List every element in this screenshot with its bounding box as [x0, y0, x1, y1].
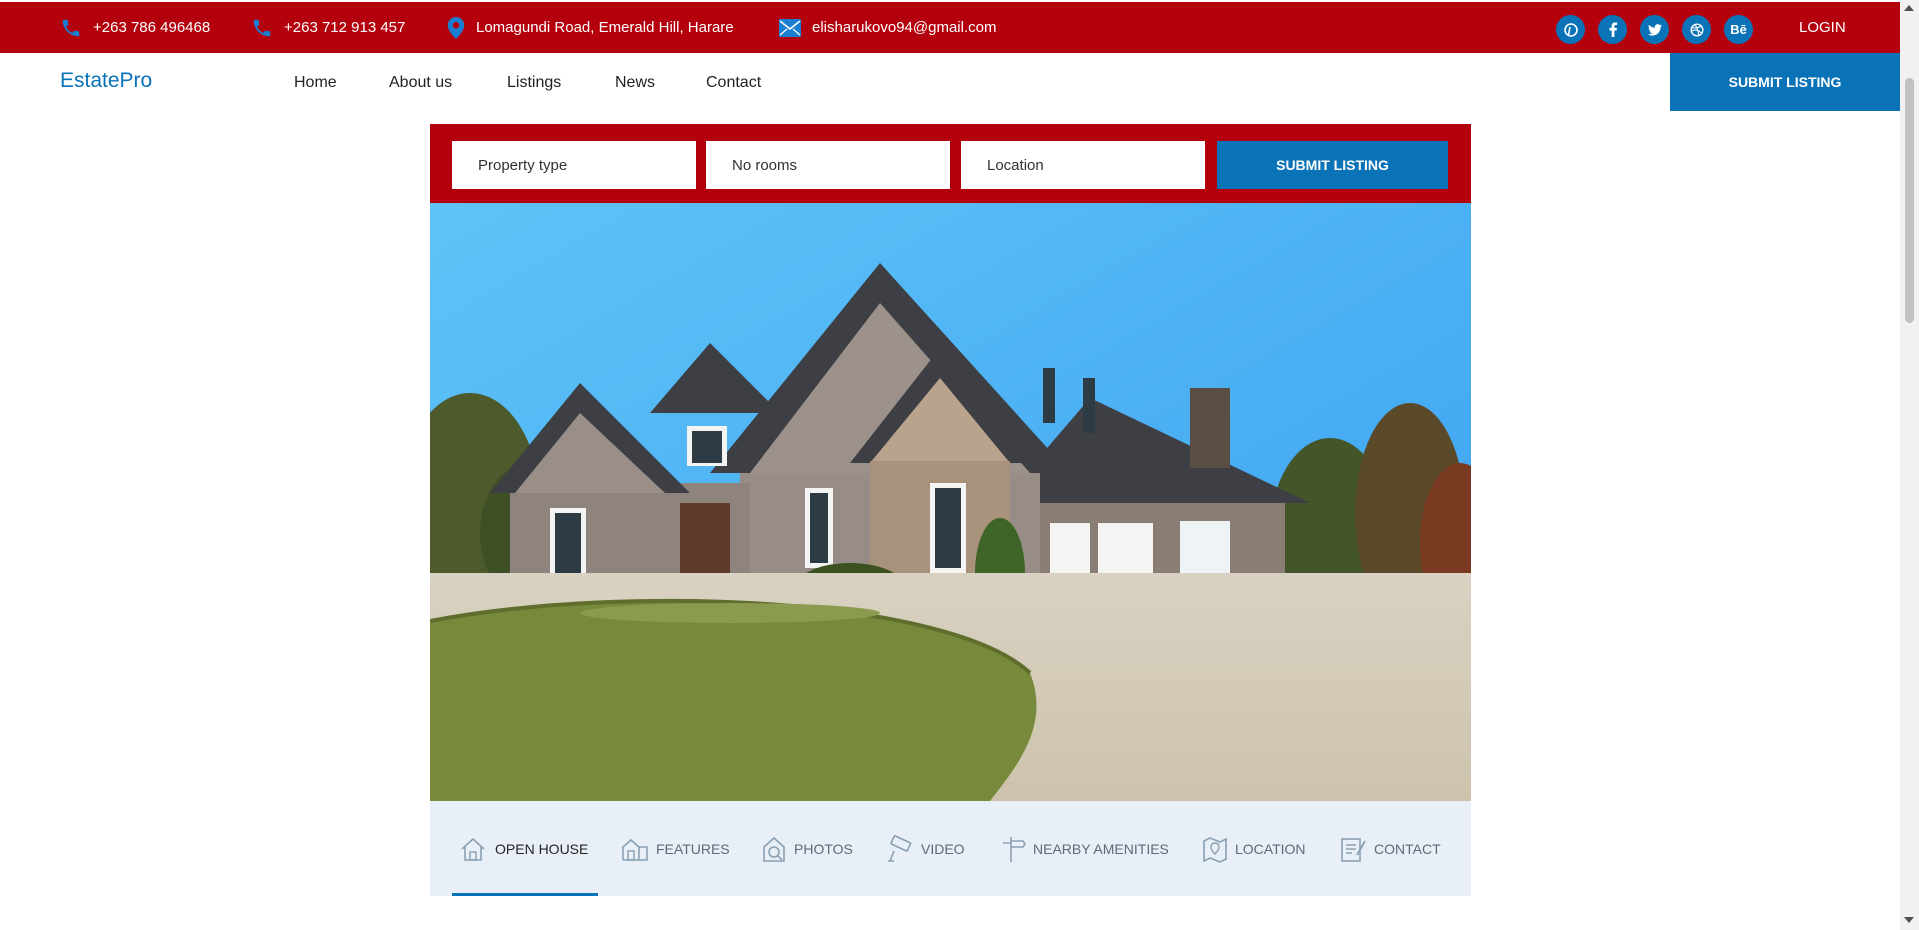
envelope-icon [779, 18, 801, 37]
property-hero-image [430, 203, 1471, 801]
address-text: Lomagundi Road, Emerald Hill, Harare [476, 19, 734, 36]
rooms-select[interactable]: No rooms [706, 141, 950, 189]
pinterest-icon[interactable] [1556, 15, 1585, 44]
property-type-label: Property type [478, 156, 568, 174]
tab-contact[interactable]: CONTACT [1339, 801, 1441, 896]
page-scrollbar[interactable] [1900, 0, 1919, 930]
submit-listing-button[interactable]: SUBMIT LISTING [1670, 53, 1900, 111]
dribbble-icon[interactable] [1682, 15, 1711, 44]
property-tabs: OPEN HOUSE FEATURES PHOTOS VIDEO NEARBY … [430, 801, 1471, 896]
search-submit-label: SUBMIT LISTING [1276, 157, 1389, 173]
phone-number-2: +263 712 913 457 [284, 19, 406, 36]
active-tab-indicator [452, 893, 598, 896]
phone-contact-1[interactable]: +263 786 496468 [60, 2, 210, 53]
nav-about-us[interactable]: About us [389, 74, 452, 92]
address-contact: Lomagundi Road, Emerald Hill, Harare [447, 2, 734, 53]
phone-icon [62, 19, 80, 36]
map-pin-icon [447, 16, 465, 39]
location-label: Location [987, 156, 1044, 174]
open-house-icon [461, 837, 485, 861]
email-contact[interactable]: elisharukovo94@gmail.com [779, 2, 996, 53]
phone-contact-2[interactable]: +263 712 913 457 [251, 2, 405, 53]
nav-home[interactable]: Home [294, 74, 337, 92]
behance-icon[interactable]: Bē [1724, 15, 1753, 44]
property-search-bar: Property type No rooms Location SUBMIT L… [430, 124, 1471, 203]
facebook-icon[interactable] [1598, 15, 1627, 44]
tab-photos-label: PHOTOS [794, 840, 853, 857]
house-photo [430, 203, 1471, 801]
tab-photos[interactable]: PHOTOS [761, 801, 853, 896]
main-nav: EstatePro Home About us Listings News Co… [0, 53, 1900, 111]
nav-contact[interactable]: Contact [706, 74, 761, 92]
login-link[interactable]: LOGIN [1799, 2, 1846, 53]
phone-icon [253, 19, 271, 36]
property-type-select[interactable]: Property type [452, 141, 696, 189]
tab-nearby-amenities-label: NEARBY AMENITIES [1033, 840, 1169, 857]
search-submit-listing-button[interactable]: SUBMIT LISTING [1217, 141, 1448, 189]
tab-video-label: VIDEO [921, 840, 965, 857]
tab-nearby-amenities[interactable]: NEARBY AMENITIES [998, 801, 1169, 896]
nav-listings[interactable]: Listings [507, 74, 561, 92]
brand-logo[interactable]: EstatePro [60, 69, 152, 93]
features-icon [622, 838, 648, 861]
tab-location-label: LOCATION [1235, 840, 1306, 857]
behance-icon-label: Bē [1730, 22, 1747, 37]
scroll-up-arrow-icon[interactable] [1904, 5, 1914, 11]
tab-location[interactable]: LOCATION [1202, 801, 1306, 896]
scrollbar-thumb[interactable] [1905, 78, 1914, 323]
tab-video[interactable]: VIDEO [886, 801, 965, 896]
tab-features[interactable]: FEATURES [621, 801, 730, 896]
nav-news[interactable]: News [615, 74, 655, 92]
map-icon [1203, 836, 1227, 863]
signpost-icon [1003, 836, 1026, 862]
top-bar: +263 786 496468 +263 712 913 457 Lomagun… [0, 2, 1900, 53]
phone-number-1: +263 786 496468 [93, 19, 211, 36]
location-select[interactable]: Location [961, 141, 1205, 189]
twitter-icon[interactable] [1640, 15, 1669, 44]
rooms-label: No rooms [732, 156, 798, 174]
tab-open-house-label: OPEN HOUSE [495, 840, 589, 857]
email-text: elisharukovo94@gmail.com [812, 19, 997, 36]
scroll-down-arrow-icon[interactable] [1904, 917, 1914, 923]
tab-features-label: FEATURES [656, 840, 730, 857]
contact-form-icon [1341, 837, 1366, 862]
video-camera-icon [888, 834, 912, 862]
submit-listing-label: SUBMIT LISTING [1728, 74, 1842, 90]
login-label: LOGIN [1799, 19, 1846, 36]
photos-icon [763, 836, 785, 862]
tab-contact-label: CONTACT [1374, 840, 1441, 857]
tab-open-house[interactable]: OPEN HOUSE [460, 801, 588, 896]
